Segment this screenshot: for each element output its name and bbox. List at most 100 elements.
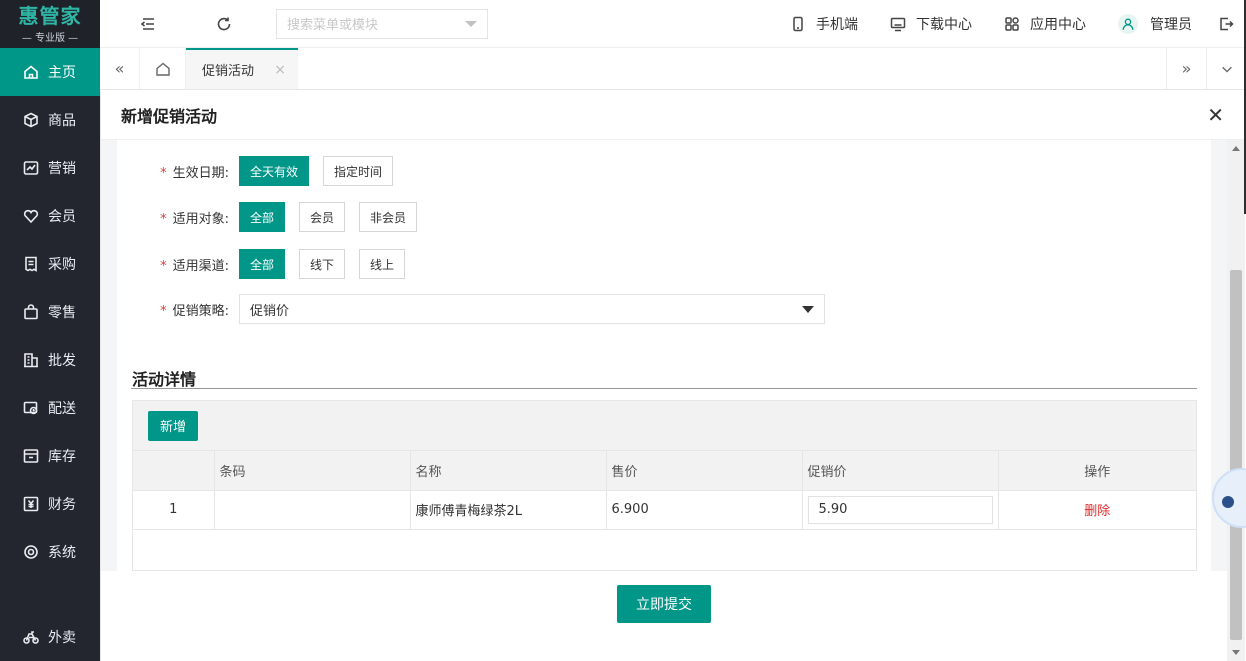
monitor-icon	[890, 17, 906, 31]
home-icon	[155, 62, 170, 76]
option-target-member[interactable]: 会员	[299, 202, 346, 232]
search-placeholder: 搜索菜单或模块	[287, 18, 379, 33]
row-name: 康师傅青梅绿茶2L	[410, 490, 607, 530]
sidebar-item-label: 会员	[48, 209, 76, 225]
bag-icon	[22, 303, 40, 321]
app-center-link[interactable]: 应用中心	[1004, 14, 1086, 34]
sidebar-item-inventory[interactable]: 库存	[0, 432, 100, 480]
add-item-button[interactable]: 新增	[148, 410, 199, 441]
sidebar-item-label: 库存	[48, 449, 76, 465]
heart-icon	[22, 207, 40, 225]
sidebar-item-member[interactable]: 会员	[0, 192, 100, 240]
add-promotion-dialog: 新增促销活动 ✕ * 生效日期: 全天有效 指定时间 * 适用对象: 全部 会员 非…	[100, 90, 1245, 661]
sidebar-item-system[interactable]: 系统	[0, 528, 100, 576]
promotion-form: * 生效日期: 全天有效 指定时间 * 适用对象: 全部 会员 非会员 * 适用渠道:…	[117, 140, 1211, 354]
label-text: 适用渠道:	[172, 258, 229, 274]
sidebar-item-label: 外卖	[48, 630, 76, 646]
divider	[131, 388, 1197, 389]
target-row: * 适用对象: 全部 会员 非会员	[117, 202, 431, 232]
sidebar-item-label: 系统	[48, 545, 76, 561]
dialog-body: * 生效日期: 全天有效 指定时间 * 适用对象: 全部 会员 非会员 * 适用渠道:…	[101, 140, 1227, 571]
detail-table: 条码 名称 售价 促销价 操作 1 康师傅青梅绿茶2L 6.900 5.90 删…	[133, 451, 1196, 530]
logout-button[interactable]	[1218, 16, 1234, 32]
top-header: 搜索菜单或模块 手机端 下载中心 应用中心 管理员	[100, 0, 1246, 48]
user-menu[interactable]: 管理员	[1118, 13, 1192, 34]
apps-grid-icon	[1005, 16, 1019, 31]
download-center-link[interactable]: 下载中心	[890, 14, 972, 34]
sidebar-item-takeout[interactable]: 外卖	[0, 613, 100, 661]
user-icon	[1122, 18, 1134, 30]
row-index: 1	[133, 490, 215, 530]
logo[interactable]: 惠管家 — 专业版 —	[0, 0, 100, 48]
channel-label: * 适用渠道:	[117, 255, 239, 274]
scroll-up-icon[interactable]	[1232, 146, 1240, 151]
tab-home[interactable]	[140, 48, 186, 89]
promo-price-input[interactable]	[807, 495, 993, 524]
required-mark: *	[160, 211, 167, 227]
tab-scroll-left-button[interactable]: «	[100, 48, 140, 89]
dialog-scrollbar[interactable]	[1227, 140, 1245, 661]
tab-bar: « 促销活动 × »	[100, 48, 1246, 90]
sidebar-item-purchase[interactable]: 采购	[0, 240, 100, 288]
sidebar-item-goods[interactable]: 商品	[0, 96, 100, 144]
scroll-down-icon[interactable]	[1232, 650, 1240, 655]
delete-link[interactable]: 删除	[1084, 504, 1110, 519]
download-center-label: 下载中心	[916, 16, 972, 33]
effective-date-label: * 生效日期:	[117, 162, 239, 181]
submit-button[interactable]: 立即提交	[617, 585, 711, 623]
table-toolbar: 新增	[133, 401, 1196, 451]
row-action-cell: 删除	[998, 490, 1196, 530]
refresh-button[interactable]	[198, 0, 250, 48]
table-row: 1 康师傅青梅绿茶2L 6.900 删除	[133, 490, 1196, 530]
menu-toggle-button[interactable]	[122, 0, 174, 48]
tab-label: 促销活动	[202, 64, 255, 79]
receipt-icon	[22, 255, 40, 273]
strategy-row: * 促销策略: 促销价	[117, 294, 825, 324]
close-icon[interactable]: ×	[274, 62, 286, 78]
option-target-all[interactable]: 全部	[239, 202, 286, 232]
tab-scroll-right-button[interactable]: »	[1166, 48, 1206, 89]
tab-options-button[interactable]	[1206, 48, 1246, 89]
brand-edition: — 专业版 —	[21, 32, 79, 44]
sidebar-item-label: 主页	[48, 65, 76, 81]
sidebar-item-finance[interactable]: 财务	[0, 480, 100, 528]
close-icon[interactable]: ✕	[1207, 103, 1224, 127]
option-channel-all[interactable]: 全部	[239, 249, 286, 279]
label-text: 促销策略:	[172, 303, 229, 319]
dialog-header: 新增促销活动 ✕	[101, 90, 1244, 140]
sidebar-item-retail[interactable]: 零售	[0, 288, 100, 336]
label-text: 适用对象:	[172, 211, 229, 227]
app-center-label: 应用中心	[1030, 16, 1086, 33]
mobile-link[interactable]: 手机端	[790, 14, 858, 34]
bike-icon	[22, 628, 40, 646]
option-channel-online[interactable]: 线上	[359, 249, 406, 279]
strategy-label: * 促销策略:	[117, 300, 239, 319]
option-channel-offline[interactable]: 线下	[299, 249, 346, 279]
option-target-non-member[interactable]: 非会员	[359, 202, 418, 232]
sidebar-item-wholesale[interactable]: 批发	[0, 336, 100, 384]
chevron-down-icon	[802, 305, 814, 313]
user-name: 管理员	[1150, 16, 1192, 33]
logout-icon	[1220, 17, 1234, 30]
sidebar-item-label: 采购	[48, 257, 76, 273]
sidebar-item-marketing[interactable]: 营销	[0, 144, 100, 192]
box-icon	[22, 111, 40, 129]
chevron-down-icon	[465, 20, 477, 27]
option-specific-time[interactable]: 指定时间	[323, 156, 394, 186]
scroll-thumb[interactable]	[1230, 270, 1242, 640]
menu-search-select[interactable]: 搜索菜单或模块	[276, 8, 488, 39]
sidebar-item-label: 配送	[48, 401, 76, 417]
sidebar-item-delivery[interactable]: 配送	[0, 384, 100, 432]
chart-icon	[22, 159, 40, 177]
strategy-select[interactable]: 促销价	[239, 294, 825, 324]
target-label: * 适用对象:	[117, 208, 239, 227]
sidebar-item-home[interactable]: 主页	[0, 48, 100, 96]
col-promo-price: 促销价	[802, 451, 999, 491]
label-text: 生效日期:	[172, 165, 229, 181]
sidebar: 惠管家 — 专业版 — 主页 商品 营销 会员 采购 零售 批发 配送 库存 财…	[0, 0, 100, 661]
tab-promotion[interactable]: 促销活动 ×	[186, 48, 298, 89]
option-all-day[interactable]: 全天有效	[239, 156, 310, 186]
assistant-robot-button[interactable]	[1212, 466, 1246, 530]
activity-detail-section: 活动详情 新增 条码 名称 售价 促销价 操作 1 康师傅青梅绿茶2L 6.90…	[117, 354, 1211, 571]
required-mark: *	[160, 258, 167, 274]
